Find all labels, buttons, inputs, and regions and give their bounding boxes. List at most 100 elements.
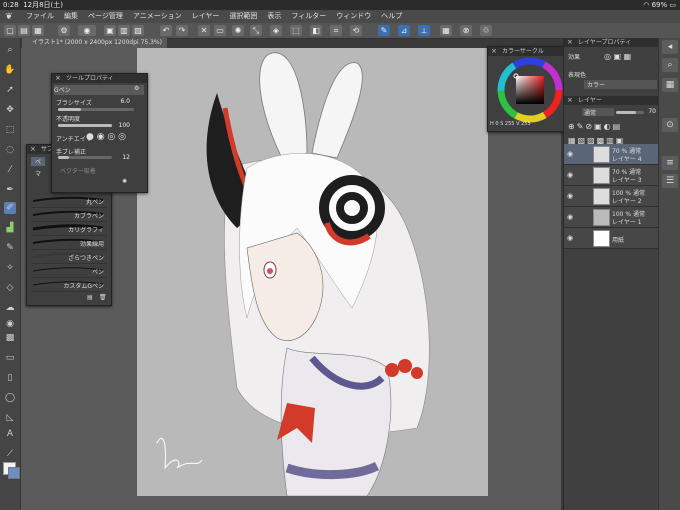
invert-icon[interactable]: ◧ bbox=[310, 25, 322, 36]
brush-size-value[interactable]: 6.0 bbox=[114, 98, 130, 105]
delete-icon[interactable]: 🗑 bbox=[99, 294, 107, 301]
save-icon[interactable]: ▦ bbox=[32, 25, 44, 36]
ruler-tool-icon[interactable]: ◺ bbox=[4, 412, 16, 424]
blend-icon[interactable]: ☁ bbox=[4, 302, 16, 314]
add-subtool-icon[interactable]: ▤ bbox=[87, 294, 93, 301]
shape-icon[interactable]: ▭ bbox=[4, 352, 16, 364]
brush-item[interactable]: カリグラフィ bbox=[31, 221, 106, 236]
hand-icon[interactable]: ✋ bbox=[4, 64, 16, 76]
color-set-icon[interactable]: ▦ bbox=[662, 78, 678, 92]
layer-opacity-value[interactable]: 70 bbox=[644, 108, 656, 115]
gradient-icon[interactable]: ▩ bbox=[4, 332, 16, 344]
menu-animation[interactable]: アニメーション bbox=[128, 10, 187, 23]
open-icon[interactable]: ▤ bbox=[18, 25, 30, 36]
brush-item[interactable]: 効果線用 bbox=[31, 235, 106, 250]
wrench-icon[interactable]: ⚙ bbox=[134, 85, 139, 92]
canvas-tab[interactable]: イラスト1* (2000 x 2400px 1200dpi 75.3%) bbox=[22, 38, 167, 48]
spinner-icon[interactable]: ✺ bbox=[232, 25, 244, 36]
operation-icon[interactable]: ➚ bbox=[4, 84, 16, 96]
brush-item[interactable]: ざらつきペン bbox=[31, 249, 106, 264]
balloon-icon[interactable]: ◯ bbox=[4, 392, 16, 404]
opacity-slider[interactable] bbox=[58, 124, 112, 127]
eye-icon[interactable]: ◉ bbox=[567, 171, 575, 179]
eyedropper-icon[interactable]: ⁄ bbox=[4, 164, 16, 176]
layer-row[interactable]: ◉ 100 % 通常 レイヤー 2 bbox=[564, 186, 660, 207]
brush-item[interactable]: ペン bbox=[31, 263, 106, 278]
crop-icon[interactable]: ⌗ bbox=[330, 25, 342, 36]
menu-page[interactable]: ページ管理 bbox=[83, 10, 128, 23]
menu-selection[interactable]: 選択範囲 bbox=[224, 10, 262, 23]
zoom-icon[interactable]: ⌕ bbox=[4, 44, 16, 56]
eye-icon[interactable]: ◉ bbox=[567, 234, 575, 242]
close-icon[interactable]: × bbox=[30, 145, 36, 154]
airbrush-icon[interactable]: ✎ bbox=[4, 242, 16, 254]
tool-settings-icon[interactable]: ✺ bbox=[122, 178, 127, 185]
close-icon[interactable]: × bbox=[567, 38, 573, 47]
decoration-icon[interactable]: ✧ bbox=[4, 262, 16, 274]
eye-icon[interactable]: ◉ bbox=[567, 150, 575, 158]
grid-icon[interactable]: ▦ bbox=[440, 25, 452, 36]
export-icon[interactable]: ▥ bbox=[118, 25, 130, 36]
menu-filter[interactable]: フィルター bbox=[286, 10, 331, 23]
layer-row[interactable]: ◉ 70 % 通常 レイヤー 3 bbox=[564, 165, 660, 186]
close-icon[interactable]: × bbox=[55, 74, 61, 83]
ruler-icon[interactable]: ⟂ bbox=[418, 25, 430, 36]
layer-icon[interactable]: ▣ bbox=[104, 25, 116, 36]
subtool-tab-marker[interactable]: マ bbox=[31, 169, 45, 178]
layer-stack-icon[interactable]: ☰ bbox=[662, 174, 678, 188]
app-logo-icon[interactable]: ❦ bbox=[3, 12, 15, 22]
menu-layer[interactable]: レイヤー bbox=[187, 10, 225, 23]
layer-tool-buttons[interactable]: ⊕✎⊘▣◐▤ bbox=[568, 122, 622, 131]
redo-icon[interactable]: ↷ bbox=[176, 25, 188, 36]
menu-edit[interactable]: 編集 bbox=[59, 10, 83, 23]
sub-color-swatch[interactable] bbox=[8, 467, 20, 479]
correct-line-icon[interactable]: ⟋ bbox=[4, 448, 16, 460]
menu-view[interactable]: 表示 bbox=[262, 10, 286, 23]
layers-icon[interactable]: ≡ bbox=[662, 156, 678, 170]
text-icon[interactable]: A bbox=[4, 428, 16, 440]
brush-icon[interactable]: ▟ bbox=[4, 222, 16, 234]
pencil-icon[interactable]: ✐ bbox=[4, 202, 16, 214]
new-file-icon[interactable]: ▢ bbox=[4, 25, 16, 36]
close-icon[interactable]: × bbox=[491, 47, 497, 56]
lasso-icon[interactable]: ◌ bbox=[4, 144, 16, 156]
transform-icon[interactable]: ⤡ bbox=[250, 25, 262, 36]
menu-file[interactable]: ファイル bbox=[21, 10, 59, 23]
drawing-canvas[interactable] bbox=[137, 48, 488, 496]
view-icon[interactable]: ◉ bbox=[78, 25, 96, 36]
antialias-options[interactable]: ● ◉ ◎ ◎ bbox=[86, 132, 126, 142]
print-icon[interactable]: ▧ bbox=[132, 25, 144, 36]
subtool-name-bar[interactable]: Gペン bbox=[54, 85, 144, 95]
fill-icon[interactable]: ◈ bbox=[270, 25, 282, 36]
subtool-tab-pen[interactable]: ペ bbox=[31, 157, 46, 166]
layer-opacity-slider[interactable] bbox=[616, 111, 644, 114]
opacity-value[interactable]: 100 bbox=[114, 122, 130, 129]
deselect-icon[interactable]: ⬚ bbox=[290, 25, 302, 36]
menu-help[interactable]: ヘルプ bbox=[376, 10, 407, 23]
stabilization-value[interactable]: 12 bbox=[114, 154, 130, 161]
brush-size-slider[interactable] bbox=[58, 108, 134, 111]
expression-color-select[interactable]: カラー bbox=[584, 80, 657, 89]
eye-icon[interactable]: ◉ bbox=[567, 192, 575, 200]
layer-row[interactable]: ◉ 70 % 通常 レイヤー 4 bbox=[564, 144, 660, 165]
clear-icon[interactable]: ✕ bbox=[198, 25, 210, 36]
close-icon[interactable]: × bbox=[567, 96, 573, 105]
undo-icon[interactable]: ↶ bbox=[160, 25, 172, 36]
pen-pressure-icon[interactable]: ✎ bbox=[378, 25, 390, 36]
collapse-icon[interactable]: ◂ bbox=[662, 40, 678, 54]
vector-snap-label[interactable]: ベクター吸着 bbox=[60, 166, 96, 175]
color-wheel[interactable] bbox=[488, 56, 572, 131]
snap-icon[interactable]: ⊿ bbox=[398, 25, 410, 36]
menu-window[interactable]: ウィンドウ bbox=[331, 10, 376, 23]
brush-item[interactable]: 丸ペン bbox=[31, 193, 106, 208]
lock-icon[interactable]: ⊗ bbox=[460, 25, 472, 36]
frame-icon[interactable]: ▯ bbox=[4, 372, 16, 384]
effect-buttons[interactable]: ◎ ▣ ▦ bbox=[604, 52, 631, 61]
navigator-icon[interactable]: ⌕ bbox=[662, 58, 678, 72]
fill-bucket-icon[interactable]: ◉ bbox=[4, 318, 16, 330]
search-layer-icon[interactable]: ⊙ bbox=[662, 118, 678, 132]
move-layer-icon[interactable]: ✥ bbox=[4, 104, 16, 116]
assist-icon[interactable]: ♲ bbox=[480, 25, 492, 36]
blend-mode-select[interactable]: 通常 bbox=[582, 108, 614, 117]
eraser-icon[interactable]: ◇ bbox=[4, 282, 16, 294]
